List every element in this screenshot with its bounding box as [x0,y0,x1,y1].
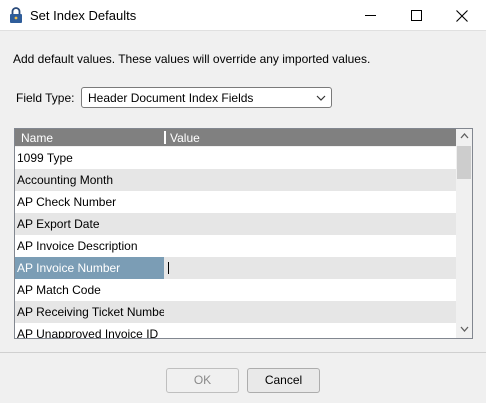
column-divider[interactable] [164,131,166,144]
title-bar: Set Index Defaults [0,0,486,31]
index-defaults-grid[interactable]: Name Value 1099 Type Accounting Month AP… [14,128,473,339]
table-row[interactable]: AP Invoice Description [15,235,457,257]
name-cell[interactable]: AP Receiving Ticket Number [15,301,164,323]
value-cell[interactable] [165,301,457,323]
minimize-button[interactable] [347,0,393,31]
table-row-selected[interactable]: AP Invoice Number [15,257,457,279]
scrollbar-thumb[interactable] [457,146,471,179]
value-cell[interactable] [165,213,457,235]
text-caret [168,262,169,274]
column-header-value[interactable]: Value [170,131,200,145]
scroll-up-icon[interactable] [460,132,469,140]
table-row[interactable]: AP Export Date [15,213,457,235]
value-cell[interactable] [165,235,457,257]
table-row[interactable]: AP Unapproved Invoice ID [15,323,457,338]
minimize-icon [364,15,376,16]
value-cell[interactable] [165,169,457,191]
name-cell[interactable]: AP Invoice Number [15,257,164,279]
field-type-value: Header Document Index Fields [88,91,254,105]
grid-header: Name Value [15,129,457,146]
scroll-down-icon[interactable] [460,325,469,333]
value-cell[interactable] [165,191,457,213]
description-text: Add default values. These values will ov… [13,52,371,66]
footer-divider [0,352,486,353]
table-row[interactable]: Accounting Month [15,169,457,191]
maximize-button[interactable] [393,0,439,31]
cancel-button[interactable]: Cancel [247,368,320,393]
name-cell[interactable]: AP Export Date [15,213,164,235]
table-row[interactable]: AP Check Number [15,191,457,213]
table-row[interactable]: AP Receiving Ticket Number [15,301,457,323]
table-row[interactable]: AP Match Code [15,279,457,301]
window-title: Set Index Defaults [30,8,137,23]
name-cell[interactable]: 1099 Type [15,147,164,169]
name-cell[interactable]: AP Invoice Description [15,235,164,257]
lock-icon [10,7,22,23]
value-cell[interactable] [165,323,457,338]
maximize-icon [410,10,422,21]
close-icon [456,9,468,22]
column-header-name[interactable]: Name [21,131,53,145]
name-cell[interactable]: AP Check Number [15,191,164,213]
name-cell[interactable]: AP Match Code [15,279,164,301]
value-cell[interactable] [165,279,457,301]
chevron-down-icon [316,95,326,101]
field-type-select[interactable]: Header Document Index Fields [81,87,332,108]
value-cell[interactable] [165,147,457,169]
grid-rows: 1099 Type Accounting Month AP Check Numb… [15,147,457,338]
ok-button[interactable]: OK [166,368,239,393]
table-row[interactable]: 1099 Type [15,147,457,169]
value-cell-editing[interactable] [165,257,457,279]
vertical-scrollbar[interactable] [456,129,472,338]
name-cell[interactable]: Accounting Month [15,169,164,191]
name-cell[interactable]: AP Unapproved Invoice ID [15,323,164,338]
field-type-label: Field Type: [16,91,75,105]
close-button[interactable] [439,0,485,31]
